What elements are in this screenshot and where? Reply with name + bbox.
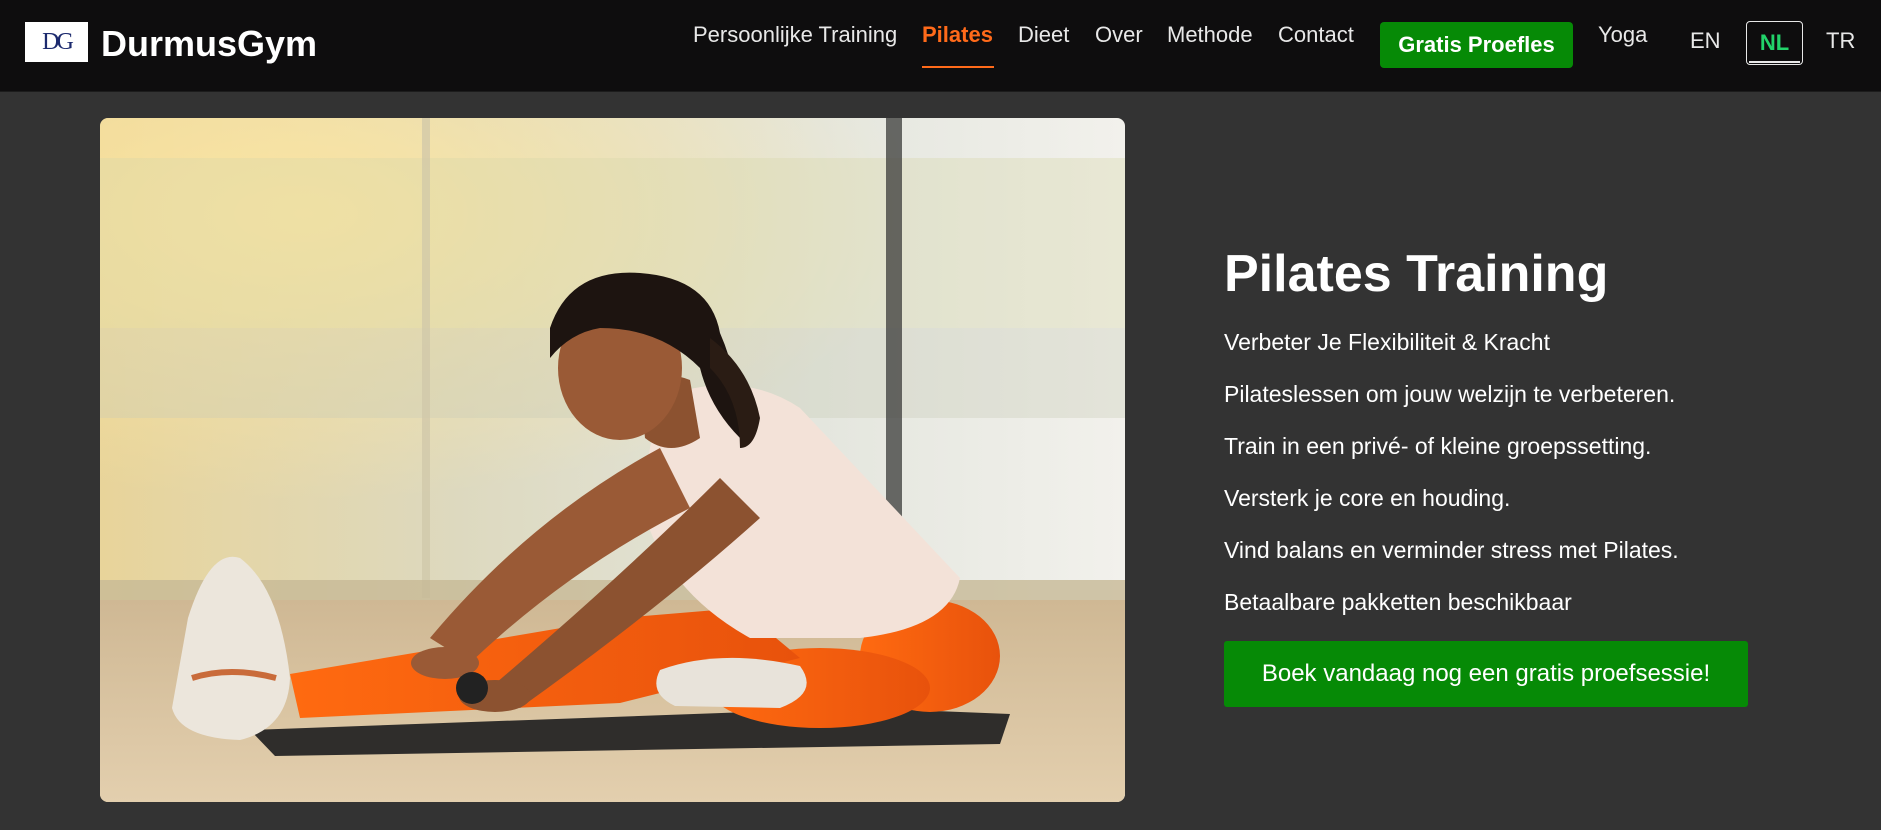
hero-line-1: Verbeter Je Flexibiliteit & Kracht: [1224, 329, 1550, 355]
page-title: Pilates Training: [1224, 245, 1609, 303]
brand-name[interactable]: DurmusGym: [101, 24, 317, 64]
language-en[interactable]: EN: [1690, 28, 1721, 54]
hero-line-5: Vind balans en verminder stress met Pila…: [1224, 537, 1679, 563]
brand-logo[interactable]: DG: [25, 22, 88, 62]
language-nl-underline: [1749, 61, 1800, 63]
active-nav-indicator: [922, 66, 994, 68]
nav-link-methode[interactable]: Methode: [1167, 22, 1253, 48]
hero-line-3: Train in een privé- of kleine groepssett…: [1224, 433, 1652, 459]
top-navbar: DG DurmusGym Persoonlijke Training Pilat…: [0, 0, 1881, 92]
nav-link-dieet[interactable]: Dieet: [1018, 22, 1069, 48]
language-tr[interactable]: TR: [1826, 28, 1855, 54]
language-nl-label: NL: [1759, 30, 1790, 55]
hero-image: [100, 118, 1125, 802]
logo-text: DG: [42, 28, 74, 55]
hero-line-2: Pilateslessen om jouw welzijn te verbete…: [1224, 381, 1676, 407]
hero-line-6: Betaalbare pakketten beschikbaar: [1224, 589, 1572, 615]
hero-line-4: Versterk je core en houding.: [1224, 485, 1511, 511]
gratis-proefles-button[interactable]: Gratis Proefles: [1380, 22, 1573, 68]
nav-link-contact[interactable]: Contact: [1278, 22, 1354, 48]
language-nl[interactable]: NL: [1746, 21, 1803, 65]
nav-link-persoonlijke-training[interactable]: Persoonlijke Training: [693, 22, 897, 48]
book-free-trial-button[interactable]: Boek vandaag nog een gratis proefsessie!: [1224, 641, 1748, 707]
nav-link-over[interactable]: Over: [1095, 22, 1143, 48]
nav-link-yoga[interactable]: Yoga: [1598, 22, 1647, 48]
nav-link-pilates[interactable]: Pilates: [922, 22, 993, 48]
